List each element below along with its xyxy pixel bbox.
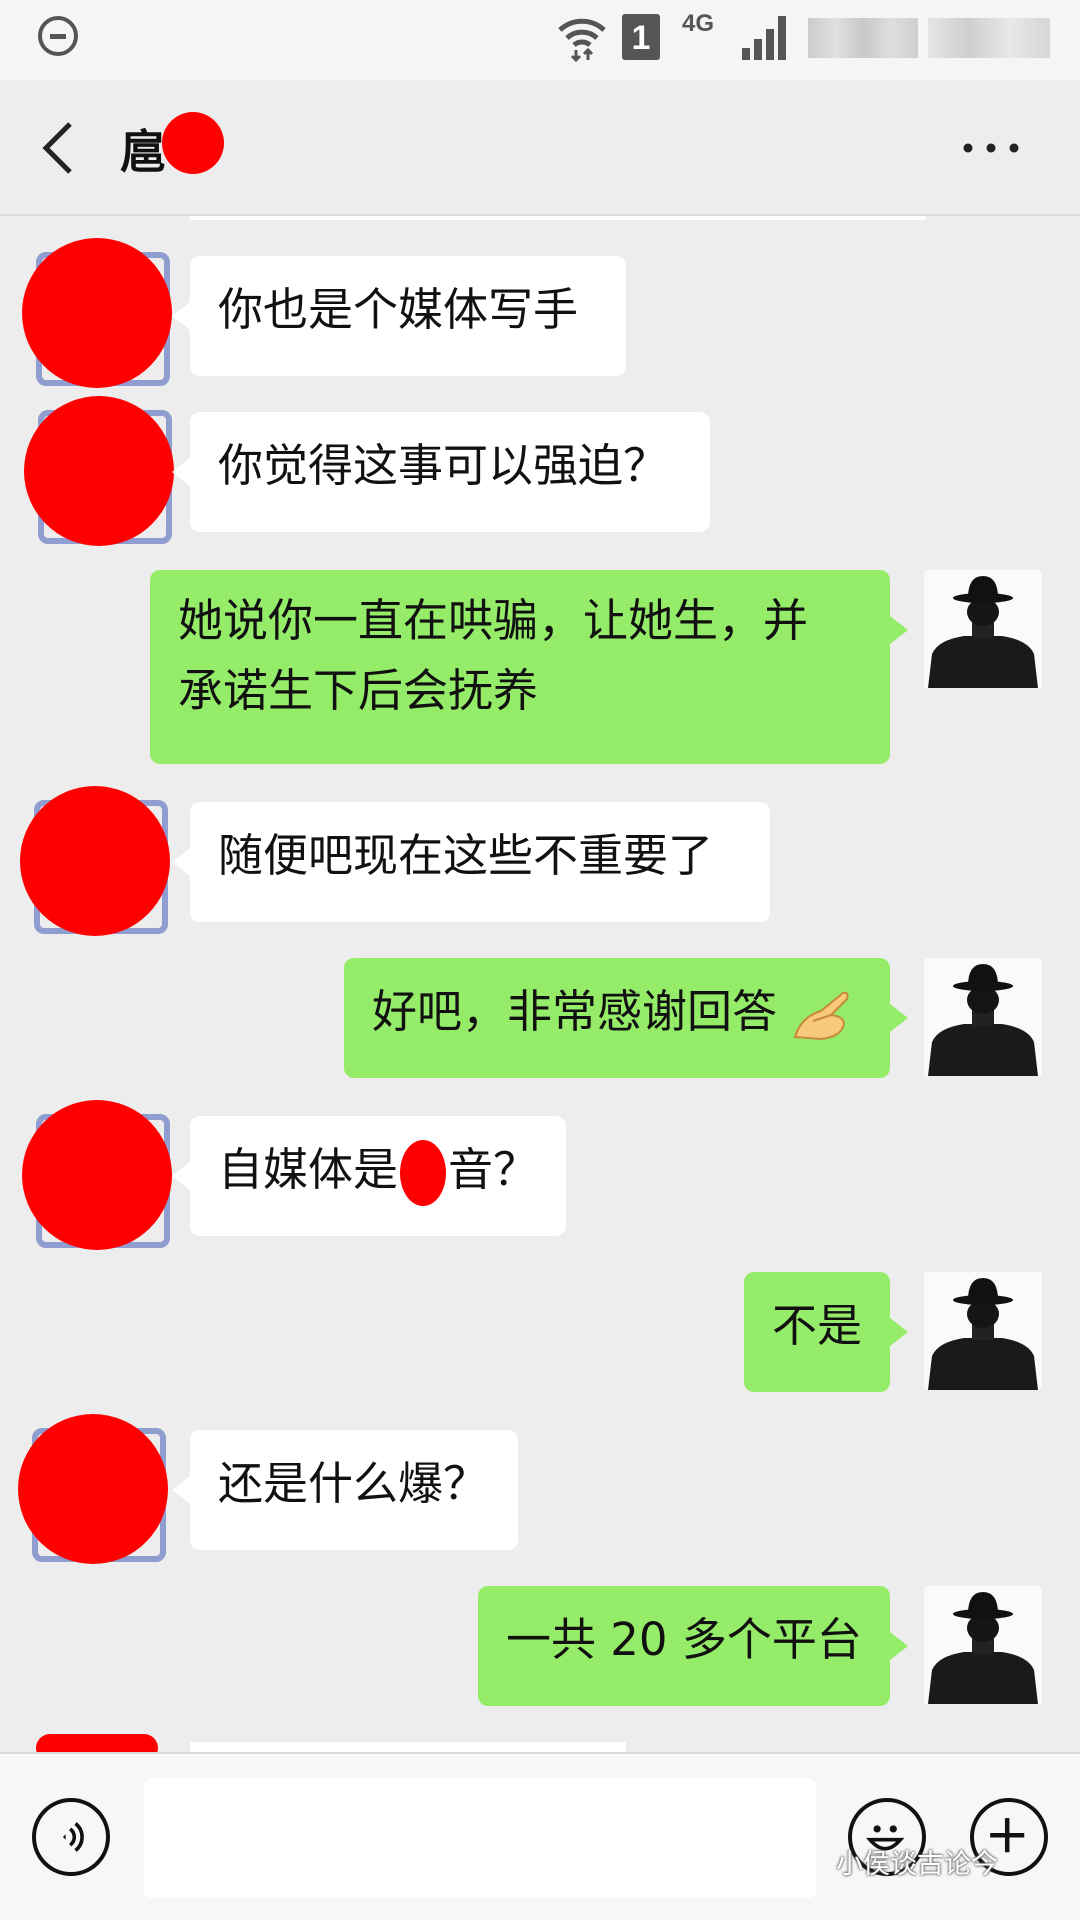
- signal-strength-icon: [742, 16, 786, 60]
- sim-slot-indicator: 1: [622, 14, 660, 60]
- hand-emoji-icon: [794, 991, 849, 1041]
- network-type-label: 4G: [682, 10, 715, 37]
- redaction-mark: [162, 112, 224, 174]
- outgoing-message[interactable]: 好吧，非常感谢回答: [344, 958, 908, 1078]
- message-text: 自媒体是: [218, 1143, 399, 1196]
- contact-avatar-redacted[interactable]: [22, 238, 172, 388]
- my-avatar[interactable]: [924, 570, 1042, 688]
- outgoing-message[interactable]: 她说你一直在哄骗，让她生，并 承诺生下后会抚养: [150, 570, 908, 764]
- previous-bubble-edge: [190, 216, 926, 220]
- my-avatar[interactable]: [924, 958, 1042, 1076]
- message-text-line: 她说你一直在哄骗，让她生，并: [178, 594, 809, 647]
- my-avatar[interactable]: [924, 1586, 1042, 1704]
- do-not-disturb-icon: [38, 16, 78, 56]
- outgoing-message[interactable]: 一共 20 多个平台: [478, 1586, 908, 1706]
- bowler-hat-man-icon: [924, 570, 1042, 688]
- wifi-icon: [558, 18, 606, 62]
- message-text: 好吧，非常感谢回答: [372, 985, 778, 1038]
- message-text: 音？: [448, 1143, 539, 1196]
- incoming-message[interactable]: 你觉得这事可以强迫？: [172, 412, 710, 532]
- voice-icon[interactable]: [32, 1798, 110, 1876]
- chevron-left-icon[interactable]: [38, 120, 78, 176]
- next-bubble-edge: [190, 1742, 626, 1752]
- incoming-message[interactable]: 随便吧现在这些不重要了: [172, 802, 770, 922]
- message-text: 不是: [772, 1299, 863, 1352]
- my-avatar[interactable]: [924, 1272, 1042, 1390]
- incoming-message[interactable]: 还是什么爆？: [172, 1430, 518, 1550]
- message-input[interactable]: [144, 1778, 816, 1898]
- message-text-line: 承诺生下后会抚养: [178, 664, 539, 717]
- chat-area[interactable]: 你也是个媒体写手 你觉得这事可以强迫？ 她说你一直在哄骗，让她生，并 承诺生下后…: [0, 216, 1080, 1752]
- redacted-status-area: [928, 18, 1050, 58]
- incoming-message[interactable]: 你也是个媒体写手: [172, 256, 626, 376]
- chat-title: 扈: [120, 125, 166, 179]
- message-text: 一共 20 多个平台: [506, 1613, 862, 1666]
- bowler-hat-man-icon: [924, 1586, 1042, 1704]
- watermark-text: 小侯谈古论今: [836, 1849, 998, 1880]
- more-dots-icon[interactable]: [960, 128, 1022, 168]
- message-text: 随便吧现在这些不重要了: [218, 829, 714, 882]
- redaction-mark: [400, 1140, 447, 1206]
- message-text: 你也是个媒体写手: [218, 283, 579, 336]
- redacted-status-area: [808, 18, 918, 58]
- message-text: 还是什么爆？: [218, 1457, 489, 1510]
- contact-avatar-redacted[interactable]: [18, 1414, 168, 1564]
- incoming-message[interactable]: 自媒体是 音？: [172, 1116, 566, 1236]
- message-text: 你觉得这事可以强迫？: [218, 439, 669, 492]
- bowler-hat-man-icon: [924, 958, 1042, 1076]
- input-bar: 小侯谈古论今: [0, 1752, 1080, 1920]
- bowler-hat-man-icon: [924, 1272, 1042, 1390]
- contact-avatar-redacted[interactable]: [22, 1100, 172, 1250]
- contact-avatar-redacted[interactable]: [20, 786, 170, 936]
- outgoing-message[interactable]: 不是: [744, 1272, 908, 1392]
- chat-header: 扈: [0, 80, 1080, 216]
- status-bar: 1 4G: [0, 0, 1080, 80]
- contact-avatar-redacted[interactable]: [24, 396, 174, 546]
